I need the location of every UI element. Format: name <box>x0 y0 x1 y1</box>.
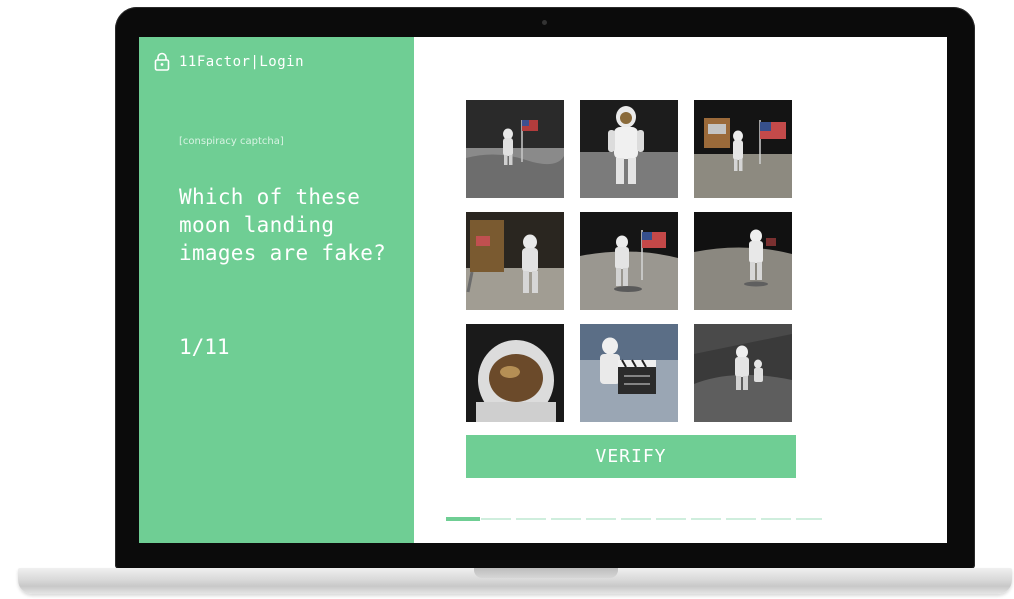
image-tile-7[interactable] <box>466 324 564 422</box>
laptop-notch <box>474 568 618 578</box>
image-grid <box>466 100 796 422</box>
astronauts-with-flag-photo-icon <box>694 100 792 198</box>
astronaut-saluting-flag-photo-icon <box>580 212 678 310</box>
brand: 11Factor|Login <box>153 52 304 72</box>
progress-track <box>446 517 822 521</box>
astronaut-on-dark-surface-photo-icon <box>694 324 792 422</box>
left-panel: 11Factor|Login [conspiracy captcha] Whic… <box>139 37 414 543</box>
verify-button[interactable]: VERIFY <box>466 435 796 478</box>
image-tile-6[interactable] <box>694 212 792 310</box>
image-tile-8[interactable] <box>580 324 678 422</box>
image-tile-4[interactable] <box>466 212 564 310</box>
stage: 11Factor|Login [conspiracy captcha] Whic… <box>0 0 1014 599</box>
camera-dot <box>542 20 547 25</box>
right-panel: VERIFY <box>414 37 947 543</box>
lock-icon <box>153 52 171 72</box>
laptop-base <box>18 568 1012 594</box>
image-tile-9[interactable] <box>694 324 792 422</box>
astronaut-helmet-closeup-photo-icon <box>466 324 564 422</box>
captcha-question: Which of these moon landing images are f… <box>179 185 387 265</box>
image-tile-2[interactable] <box>580 100 678 198</box>
image-tile-5[interactable] <box>580 212 678 310</box>
brand-text: 11Factor|Login <box>179 54 305 70</box>
progress-fill <box>446 517 480 521</box>
astronaut-with-flag-photo-icon <box>466 100 564 198</box>
astronaut-standing-photo-icon <box>580 100 678 198</box>
lunar-module-astronaut-photo-icon <box>466 212 564 310</box>
captcha-eyebrow: [conspiracy captcha] <box>179 136 284 147</box>
image-tile-3[interactable] <box>694 100 792 198</box>
astronaut-film-clapperboard-photo-icon <box>580 324 678 422</box>
image-tile-1[interactable] <box>466 100 564 198</box>
screen: 11Factor|Login [conspiracy captcha] Whic… <box>139 37 947 543</box>
astronaut-walking-photo-icon <box>694 212 792 310</box>
captcha-counter: 1/11 <box>179 335 230 359</box>
